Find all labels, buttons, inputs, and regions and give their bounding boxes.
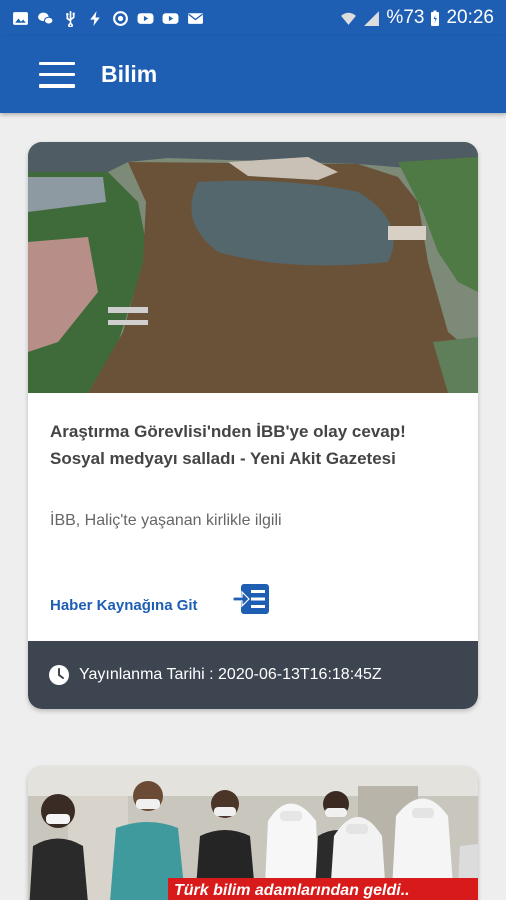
article-title[interactable]: Araştırma Görevlisi'nden İBB'ye olay cev… (50, 418, 460, 472)
lake-aerial-photo (28, 142, 478, 393)
clock-time: 20:26 (446, 7, 494, 28)
news-card[interactable]: Araştırma Görevlisi'nden İBB'ye olay cev… (28, 142, 478, 709)
wifi-icon (340, 10, 357, 27)
hamburger-menu-icon[interactable] (39, 61, 75, 88)
article-description: İBB, Haliç'te yaşanan kirlikle ilgili (50, 512, 282, 529)
published-footer: Yayınlanma Tarihi : 2020-06-13T16:18:45Z (28, 641, 478, 709)
flash-icon (87, 10, 104, 27)
clock-icon (49, 665, 69, 685)
youtube-icon (137, 10, 154, 27)
sync-icon (112, 10, 129, 27)
signal-icon (363, 10, 380, 27)
mail-icon (187, 10, 204, 27)
wechat-icon (37, 10, 54, 27)
gallery-icon (12, 10, 29, 27)
open-source-icon[interactable] (232, 583, 270, 615)
news-card[interactable]: Türk bilim adamlarından geldi.. (28, 766, 478, 900)
battery-icon (430, 10, 440, 27)
app-bar: Bilim (0, 36, 506, 113)
battery-percent: %73 (386, 7, 425, 28)
published-date: Yayınlanma Tarihi : 2020-06-13T16:18:45Z (79, 666, 382, 683)
youtube-icon (162, 10, 179, 27)
page-title: Bilim (101, 61, 158, 87)
image-banner: Türk bilim adamlarından geldi.. (168, 878, 478, 900)
source-link[interactable]: Haber Kaynağına Git (50, 597, 198, 614)
status-bar: %73 20:26 (0, 0, 506, 36)
notification-icons (12, 10, 204, 27)
usb-icon (62, 10, 79, 27)
